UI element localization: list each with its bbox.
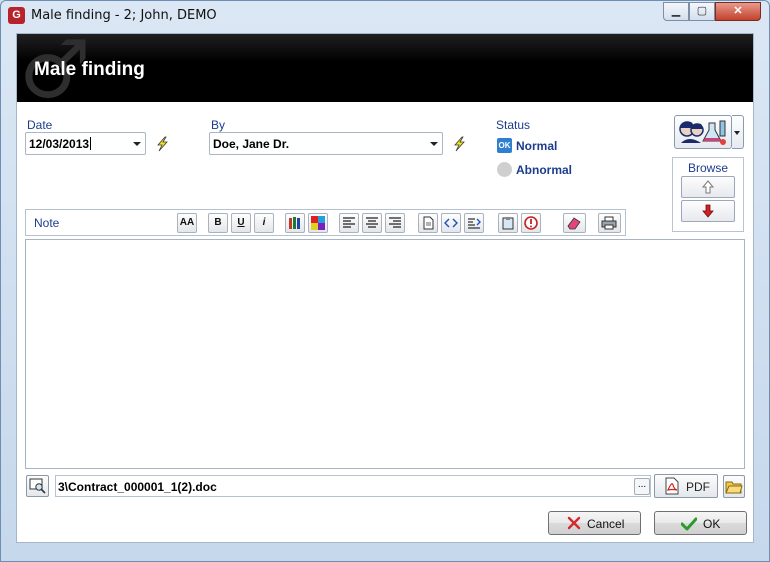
date-label: Date [27, 118, 53, 132]
open-folder-button[interactable] [723, 475, 745, 498]
crayons-icon [289, 217, 300, 229]
x-icon [567, 516, 581, 530]
align-left-button[interactable] [339, 213, 359, 233]
align-right-button[interactable] [385, 213, 405, 233]
arrow-down-icon [702, 204, 714, 218]
browse-down-button[interactable] [681, 200, 735, 222]
eraser-icon [567, 217, 581, 230]
underline-button[interactable]: U [231, 213, 251, 233]
pdf-button[interactable]: PDF [654, 474, 718, 498]
header-banner: ♂ Male finding [17, 34, 753, 102]
highlight-color-button[interactable] [308, 213, 328, 233]
alert-clock-icon [524, 216, 538, 230]
status-label: Status [496, 118, 531, 132]
dialog-content: ♂ Male finding Date 12/03/2013 By Doe, J… [16, 33, 754, 543]
bold-button[interactable]: B [208, 213, 228, 233]
people-flask-icon [679, 120, 726, 145]
clipboard-icon [502, 217, 514, 230]
chevron-down-icon [734, 131, 740, 135]
note-toolbar: Note AA B U i [25, 209, 626, 236]
status-radio-icon[interactable] [497, 162, 512, 177]
align-center-button[interactable] [362, 213, 382, 233]
text-caret [90, 137, 92, 150]
insert-text-icon [468, 218, 481, 229]
insert-link-button[interactable] [441, 213, 461, 233]
align-right-icon [389, 217, 401, 228]
print-button[interactable] [598, 213, 621, 233]
lightning-icon[interactable] [451, 136, 467, 152]
status-abnormal-option[interactable]: Abnormal [516, 163, 572, 177]
app-logo-icon: G [8, 7, 25, 24]
minimize-button[interactable]: ▁ [663, 2, 689, 21]
date-value: 12/03/2013 [29, 137, 90, 151]
by-label: By [211, 118, 226, 132]
folder-icon [725, 481, 743, 494]
code-link-icon [444, 218, 458, 228]
attachment-path-field[interactable]: 3\Contract_000001_1(2).doc [55, 475, 651, 497]
maximize-button[interactable]: ▢ [689, 2, 715, 21]
cancel-label: Cancel [587, 517, 625, 531]
browse-label: Browse [687, 161, 728, 175]
page-title: Male finding [34, 59, 145, 80]
spell-check-button[interactable] [521, 213, 541, 233]
document-icon [423, 216, 434, 230]
ok-button[interactable]: OK [654, 511, 747, 535]
date-value-wrap: 12/03/2013 [29, 137, 92, 151]
italic-button[interactable]: i [254, 213, 274, 233]
lab-tools-button[interactable] [674, 115, 732, 149]
close-button[interactable]: ✕ [715, 2, 761, 21]
clipboard-button[interactable] [498, 213, 518, 233]
chevron-down-icon [430, 142, 438, 146]
dialog-window: G Male finding - 2; John, DEMO ▁ ▢ ✕ ♂ M… [0, 0, 770, 562]
checkmark-icon [681, 517, 697, 531]
note-label: Note [34, 216, 60, 230]
color-palette-icon [311, 216, 325, 230]
preview-button[interactable] [26, 475, 49, 497]
note-text-area[interactable] [25, 239, 745, 469]
pdf-icon [665, 477, 679, 495]
lightning-icon[interactable] [154, 136, 170, 152]
browse-up-button[interactable] [681, 176, 735, 198]
arrow-up-icon [701, 180, 715, 194]
align-center-icon [366, 217, 378, 228]
eraser-button[interactable] [563, 213, 586, 233]
by-value: Doe, Jane Dr. [213, 137, 290, 151]
browse-file-button[interactable]: ... [634, 478, 650, 495]
browse-panel: Browse [672, 157, 744, 232]
preview-icon [29, 478, 46, 494]
insert-field-button[interactable] [464, 213, 484, 233]
cancel-button[interactable]: Cancel [548, 511, 641, 535]
ok-label: OK [703, 517, 721, 531]
title-bar[interactable]: G Male finding - 2; John, DEMO ▁ ▢ ✕ [1, 1, 769, 31]
new-document-button[interactable] [418, 213, 438, 233]
chevron-down-icon [133, 142, 141, 146]
pdf-label: PDF [686, 480, 710, 494]
by-combo[interactable]: Doe, Jane Dr. [209, 132, 443, 155]
status-normal-option[interactable]: Normal [516, 139, 557, 153]
align-left-icon [343, 217, 355, 228]
printer-icon [601, 216, 617, 230]
text-color-button[interactable] [285, 213, 305, 233]
window-title: Male finding - 2; John, DEMO [31, 8, 217, 23]
tools-dropdown-button[interactable] [732, 115, 744, 149]
date-combo[interactable]: 12/03/2013 [25, 132, 146, 155]
ok-status-icon[interactable]: OK [497, 138, 512, 153]
attachment-path: 3\Contract_000001_1(2).doc [58, 480, 217, 494]
font-size-button[interactable]: AA [177, 213, 197, 233]
